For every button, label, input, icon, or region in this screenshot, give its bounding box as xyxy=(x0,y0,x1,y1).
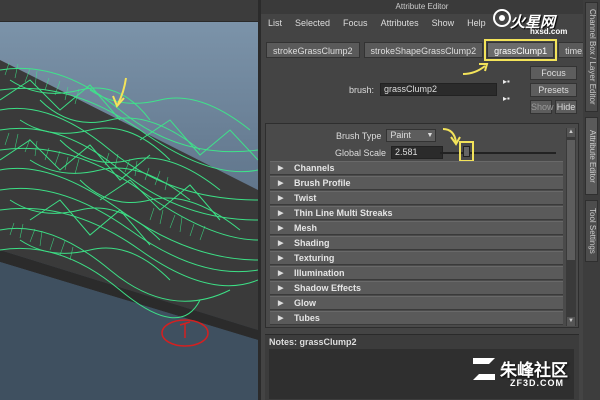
scrollbar[interactable]: ▲ ▼ xyxy=(566,128,576,326)
section-label: Mesh xyxy=(294,223,318,233)
section-label: Tubes xyxy=(294,313,320,323)
scroll-down-icon[interactable]: ▼ xyxy=(567,317,575,326)
brush-type-row: Brush Type Paint ▼ xyxy=(336,129,437,142)
tab-attribute-editor[interactable]: Attribute Editor xyxy=(585,117,598,195)
section-shadow-effects[interactable]: ▶ Shadow Effects xyxy=(270,281,563,295)
global-scale-label: Global Scale xyxy=(335,147,387,158)
section-label: Thin Line Multi Streaks xyxy=(294,208,393,218)
menu-focus[interactable]: Focus xyxy=(343,18,368,28)
scroll-up-icon[interactable]: ▲ xyxy=(567,128,575,137)
show-button[interactable]: Show xyxy=(530,100,554,114)
triangle-expand-icon: ▶ xyxy=(278,225,284,232)
brush-field[interactable]: grassClump2 xyxy=(380,83,498,96)
watermark-top-url: hxsd.com xyxy=(530,27,568,36)
attributes-scroll-area: Brush Type Paint ▼ Global Scale 2.581 ▶ C… xyxy=(265,123,579,328)
right-tab-strip: Channel Box / Layer Editor Attribute Edi… xyxy=(583,0,600,400)
global-scale-slider[interactable] xyxy=(440,152,556,154)
section-tubes[interactable]: ▶ Tubes xyxy=(270,311,563,325)
section-label: Twist xyxy=(294,193,317,203)
triangle-expand-icon: ▶ xyxy=(278,165,284,172)
section-brush-profile[interactable]: ▶ Brush Profile xyxy=(270,176,563,190)
triangle-expand-icon: ▶ xyxy=(278,285,284,292)
chevron-down-icon: ▼ xyxy=(426,132,434,139)
triangle-expand-icon: ▶ xyxy=(278,315,284,322)
hide-button[interactable]: Hide xyxy=(555,100,577,114)
section-illumination[interactable]: ▶ Illumination xyxy=(270,266,563,280)
scene-render xyxy=(0,60,258,400)
section-mesh[interactable]: ▶ Mesh xyxy=(270,221,563,235)
menu-selected[interactable]: Selected xyxy=(295,18,330,28)
section-label: Shadow Effects xyxy=(294,283,362,293)
global-scale-field[interactable]: 2.581 xyxy=(391,146,444,159)
section-label: Shading xyxy=(294,238,330,248)
brush-row: brush: grassClump2 xyxy=(349,83,498,96)
brush-type-label: Brush Type xyxy=(336,130,382,141)
brush-label: brush: xyxy=(349,84,375,95)
tab-strokeshapegrassclump2[interactable]: strokeShapeGrassClump2 xyxy=(363,42,484,58)
scroll-thumb[interactable] xyxy=(567,140,575,260)
triangle-expand-icon: ▶ xyxy=(278,240,284,247)
triangle-expand-icon: ▶ xyxy=(278,300,284,307)
side-buttons: Focus Presets Show Hide xyxy=(530,66,577,114)
section-shading[interactable]: ▶ Shading xyxy=(270,236,563,250)
triangle-expand-icon: ▶ xyxy=(278,180,284,187)
slider-thumb[interactable] xyxy=(463,146,470,157)
section-twist[interactable]: ▶ Twist xyxy=(270,191,563,205)
tab-tool-settings[interactable]: Tool Settings xyxy=(585,200,598,262)
attribute-editor-panel: Attribute Editor List Selected Focus Att… xyxy=(261,0,595,400)
brush-type-dropdown[interactable]: Paint ▼ xyxy=(386,129,437,142)
section-label: Channels xyxy=(294,163,335,173)
section-label: Glow xyxy=(294,298,316,308)
section-texturing[interactable]: ▶ Texturing xyxy=(270,251,563,265)
triangle-expand-icon: ▶ xyxy=(278,270,284,277)
menu-show[interactable]: Show xyxy=(432,18,455,28)
nav-arrow-icon[interactable]: ▸▪ xyxy=(503,94,513,103)
presets-button[interactable]: Presets xyxy=(530,83,577,97)
section-label: Brush Profile xyxy=(294,178,351,188)
tab-grassclump1[interactable]: grassClump1 xyxy=(484,39,558,61)
section-glow[interactable]: ▶ Glow xyxy=(270,296,563,310)
notes-label: Notes: grassClump2 xyxy=(269,337,357,347)
section-label: Texturing xyxy=(294,253,335,263)
nav-arrow-icon[interactable]: ▸▪ xyxy=(503,77,513,86)
tab-channel-box[interactable]: Channel Box / Layer Editor xyxy=(585,2,598,112)
global-scale-row: Global Scale 2.581 xyxy=(335,146,444,159)
hxsd-logo-icon xyxy=(493,9,511,27)
triangle-expand-icon: ▶ xyxy=(278,255,284,262)
node-tabs: strokeGrassClump2 strokeShapeGrassClump2… xyxy=(266,39,595,61)
arrow-annotation-icon xyxy=(462,63,489,75)
zf3d-logo-icon xyxy=(473,358,495,380)
brush-type-value: Paint xyxy=(390,130,411,140)
section-thin-line[interactable]: ▶ Thin Line Multi Streaks xyxy=(270,206,563,220)
section-channels[interactable]: ▶ Channels xyxy=(270,161,563,175)
tab-strokegrassclump2[interactable]: strokeGrassClump2 xyxy=(266,42,360,58)
menu-attributes[interactable]: Attributes xyxy=(381,18,419,28)
triangle-expand-icon: ▶ xyxy=(278,195,284,202)
section-label: Illumination xyxy=(294,268,345,278)
focus-button[interactable]: Focus xyxy=(530,66,577,80)
menu-list[interactable]: List xyxy=(268,18,282,28)
watermark-bottom-url: ZF3D.COM xyxy=(510,378,564,388)
viewport-3d[interactable] xyxy=(0,0,258,400)
menu-help[interactable]: Help xyxy=(467,18,486,28)
triangle-expand-icon: ▶ xyxy=(278,210,284,217)
